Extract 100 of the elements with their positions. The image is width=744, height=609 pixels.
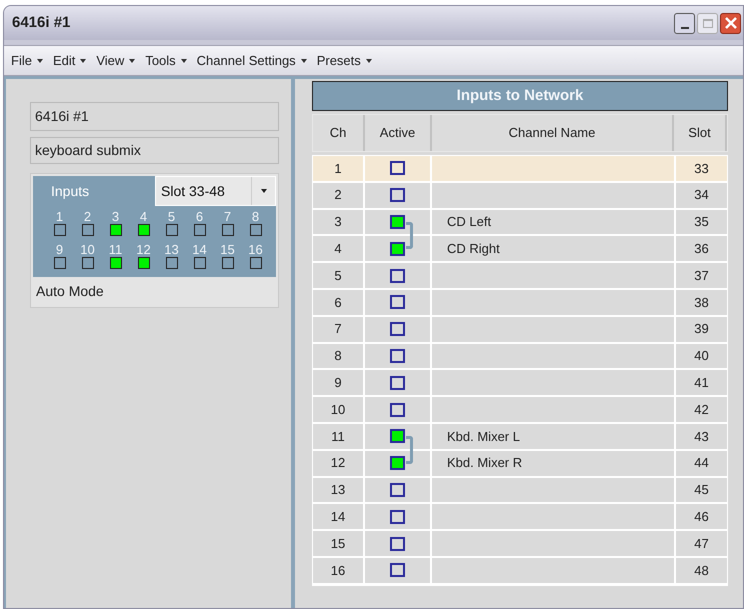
table-cell: 6 <box>313 290 365 315</box>
input-number: 15 <box>220 242 235 257</box>
column-header[interactable]: Active <box>365 115 432 151</box>
table-row[interactable]: 9 41 <box>313 370 727 398</box>
table-cell-text: 47 <box>693 534 710 553</box>
input-indicator[interactable] <box>82 257 94 269</box>
column-header[interactable]: Slot <box>674 115 727 151</box>
table-row[interactable]: 12 Kbd. Mixer R 44 <box>313 450 727 478</box>
column-header[interactable]: Ch <box>313 115 365 151</box>
menu-item[interactable]: View <box>96 50 136 70</box>
input-number: 11 <box>108 242 122 257</box>
active-checkbox[interactable] <box>390 161 405 176</box>
table-cell-text: 41 <box>693 374 710 392</box>
input-indicator[interactable] <box>194 224 206 236</box>
input-indicator[interactable] <box>222 257 234 269</box>
active-checkbox[interactable] <box>390 429 405 444</box>
minimize-button[interactable] <box>674 12 695 34</box>
input-number: 13 <box>164 242 179 257</box>
input-indicator[interactable] <box>110 257 122 269</box>
input-number: 5 <box>168 209 176 224</box>
table-cell: 13 <box>313 478 365 502</box>
table-cell: 9 <box>313 370 365 396</box>
table-row[interactable]: 2 34 <box>313 182 727 210</box>
menu-item[interactable]: Channel Settings <box>196 50 307 70</box>
input-indicator[interactable] <box>194 257 206 269</box>
table-row[interactable]: 4 CD Right 36 <box>313 236 727 264</box>
input-number: 2 <box>84 209 92 224</box>
maximize-icon <box>702 18 712 28</box>
input-number: 6 <box>196 209 204 224</box>
table-cell: 5 <box>313 263 365 288</box>
input-number: 1 <box>56 209 64 224</box>
menu-item[interactable]: Tools <box>145 50 187 70</box>
input-number: 7 <box>224 209 232 224</box>
input-indicator[interactable] <box>138 257 150 269</box>
column-header[interactable]: Channel Name <box>432 115 674 151</box>
minimize-icon <box>680 26 688 28</box>
active-checkbox[interactable] <box>390 268 405 283</box>
input-indicator[interactable] <box>110 224 122 236</box>
active-checkbox[interactable] <box>390 242 405 256</box>
input-indicator[interactable] <box>166 257 178 269</box>
active-checkbox[interactable] <box>390 295 405 310</box>
table-row[interactable]: 16 48 <box>313 558 727 585</box>
table-cell: 12 <box>313 450 365 476</box>
active-checkbox[interactable] <box>390 402 405 417</box>
menu-item[interactable]: Edit <box>52 50 86 70</box>
input-indicator[interactable] <box>222 224 234 236</box>
active-checkbox[interactable] <box>390 536 405 551</box>
window-title: 6416i #1 <box>12 12 70 33</box>
input-indicator[interactable] <box>166 224 178 236</box>
device-name-field[interactable]: 6416i #1 <box>30 102 279 131</box>
table-cell: 4 <box>313 236 365 262</box>
active-checkbox[interactable] <box>390 322 405 336</box>
table-row[interactable]: 7 39 <box>313 316 727 344</box>
table-cell: 15 <box>313 531 365 556</box>
input-indicator[interactable] <box>82 224 94 236</box>
active-checkbox[interactable] <box>390 188 405 202</box>
table-row[interactable]: 1 33 <box>313 156 727 183</box>
caret-icon <box>129 58 136 62</box>
input-indicator[interactable] <box>54 257 66 269</box>
table-cell: 10 <box>313 397 365 422</box>
table-row[interactable]: 6 38 <box>313 290 727 317</box>
table-row[interactable]: 11 Kbd. Mixer L 43 <box>313 424 727 451</box>
menu-item[interactable]: Presets <box>316 50 372 70</box>
close-button[interactable] <box>720 12 741 34</box>
input-number: 14 <box>192 242 207 257</box>
active-checkbox[interactable] <box>390 563 405 578</box>
table-cell-text: 46 <box>693 508 710 526</box>
input-indicator[interactable] <box>250 224 262 236</box>
table-cell: 11 <box>313 424 365 449</box>
table-row[interactable]: 8 40 <box>313 344 727 370</box>
active-checkbox[interactable] <box>390 214 405 229</box>
table-row[interactable]: 15 47 <box>313 531 727 558</box>
menu-item[interactable]: File <box>11 50 43 70</box>
table-cell: 8 <box>313 344 365 368</box>
channel-name: Kbd. Mixer L <box>447 428 520 446</box>
table-cell-text: 43 <box>693 428 710 446</box>
table-cell: 14 <box>313 504 365 530</box>
table-row[interactable]: 14 46 <box>313 504 727 532</box>
inputs-label: Inputs <box>50 182 90 201</box>
active-checkbox[interactable] <box>390 348 405 363</box>
active-checkbox[interactable] <box>390 510 405 524</box>
table-row[interactable]: 10 42 <box>313 397 727 424</box>
input-indicator[interactable] <box>250 257 262 269</box>
close-icon <box>724 17 736 29</box>
table-row[interactable]: 3 CD Left 35 <box>313 210 727 236</box>
active-checkbox[interactable] <box>390 456 405 470</box>
input-number: 10 <box>80 242 95 257</box>
active-checkbox[interactable] <box>390 376 405 390</box>
description-field[interactable]: keyboard submix <box>30 137 279 164</box>
input-indicator[interactable] <box>138 224 150 236</box>
table-cell-text: 33 <box>693 160 710 178</box>
active-checkbox[interactable] <box>390 482 405 497</box>
table-cell: 2 <box>313 182 365 208</box>
table-row[interactable]: 5 37 <box>313 263 727 290</box>
slot-dropdown[interactable]: Slot 33-48 <box>155 176 276 206</box>
table-cell-text: 40 <box>693 347 710 366</box>
table-row[interactable]: 13 45 <box>313 478 727 504</box>
input-indicator[interactable] <box>54 224 66 236</box>
input-number: 3 <box>112 209 120 224</box>
table-cell-text: 39 <box>693 320 710 338</box>
